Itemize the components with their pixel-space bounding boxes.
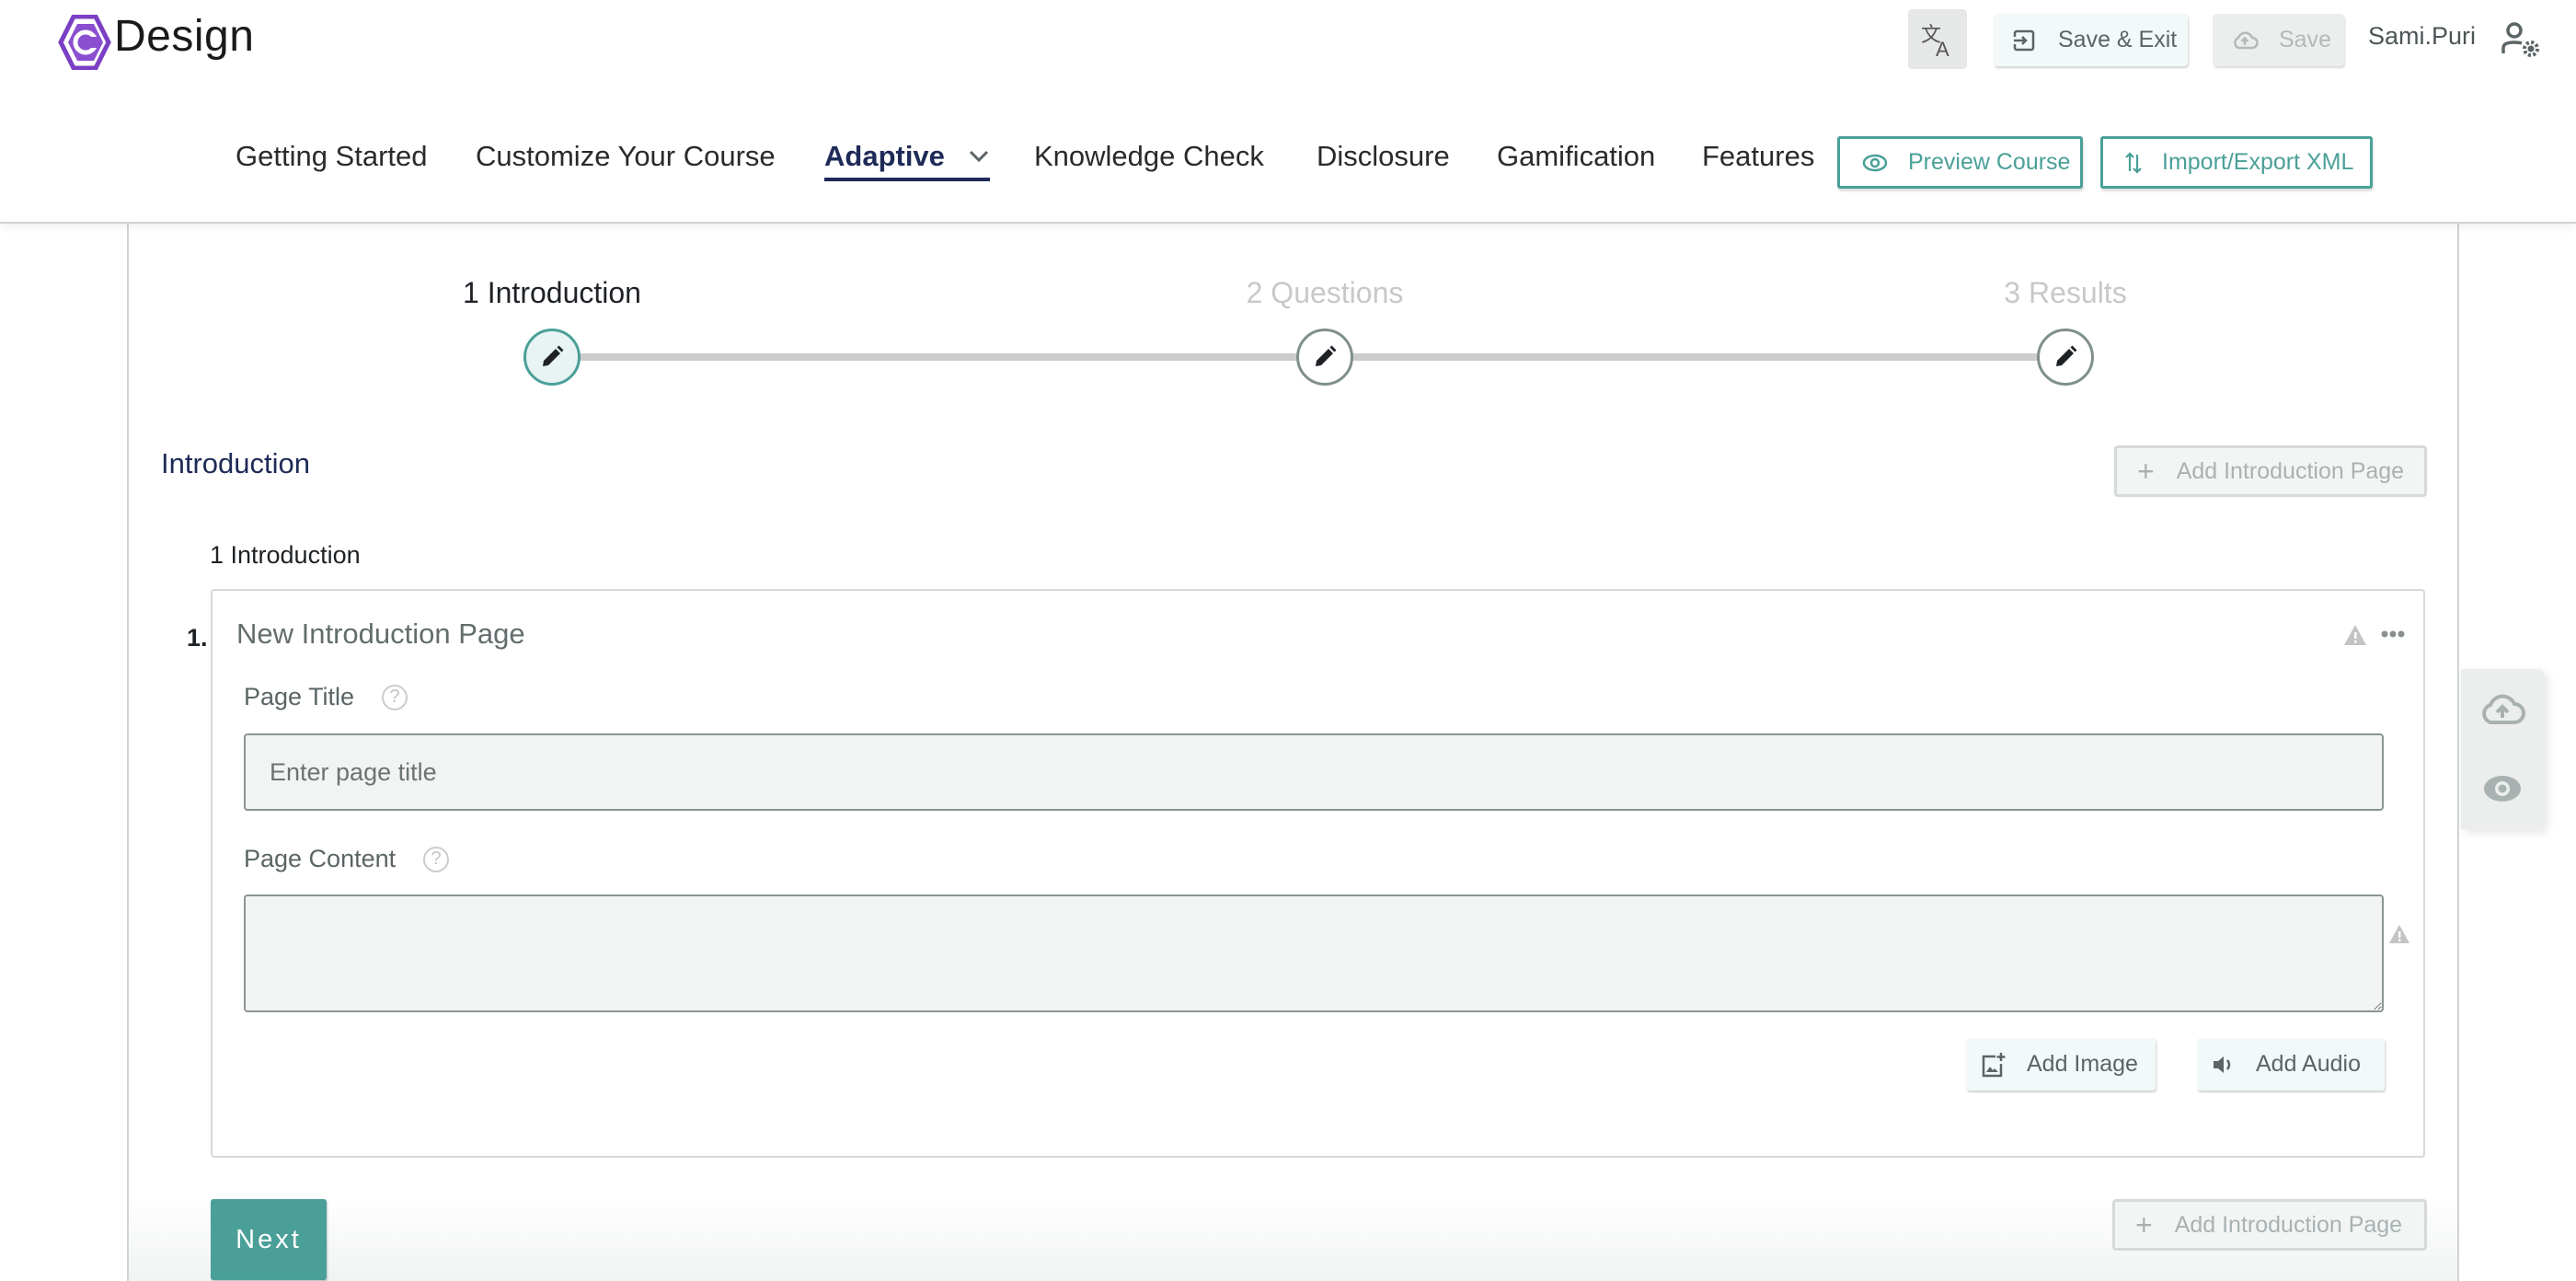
add-introduction-page-button-bottom[interactable]: + Add Introduction Page xyxy=(2112,1199,2427,1251)
add-image-button[interactable]: Add Image xyxy=(1966,1038,2156,1091)
nav-getting-started[interactable]: Getting Started xyxy=(236,140,428,173)
pencil-icon xyxy=(543,345,564,366)
eye-icon[interactable] xyxy=(2478,768,2526,809)
stepper-connector xyxy=(1352,353,2038,361)
user-settings-icon[interactable] xyxy=(2501,20,2543,59)
logo-icon xyxy=(58,15,111,70)
preview-course-label: Preview Course xyxy=(1908,149,2071,175)
pencil-icon xyxy=(1316,345,1337,366)
page-content-label-row: Page Content ? xyxy=(244,845,450,873)
more-options-icon[interactable] xyxy=(2381,629,2405,639)
page-title-label-row: Page Title ? xyxy=(244,683,408,711)
page-title-label: Page Title xyxy=(244,683,355,710)
section-title: Introduction xyxy=(161,447,310,479)
translate-icon: 文 A xyxy=(1921,24,1949,58)
nav-features[interactable]: Features xyxy=(1702,140,1814,173)
subsection-title: 1 Introduction xyxy=(210,541,361,569)
translate-button[interactable]: 文 A xyxy=(1908,9,1967,69)
add-introduction-page-button[interactable]: + Add Introduction Page xyxy=(2114,445,2427,497)
add-audio-button[interactable]: Add Audio xyxy=(2197,1038,2385,1091)
card-title: New Introduction Page xyxy=(236,617,525,650)
swap-vertical-icon xyxy=(2125,151,2142,174)
nav-disclosure[interactable]: Disclosure xyxy=(1317,140,1450,173)
floating-action-panel xyxy=(2461,669,2544,829)
add-introduction-page-label: Add Introduction Page xyxy=(2174,1211,2403,1238)
nav-adaptive-label: Adaptive xyxy=(824,140,945,172)
step-introduction-button[interactable] xyxy=(523,329,581,386)
chevron-down-icon xyxy=(969,150,988,163)
add-image-icon xyxy=(1982,1052,2006,1077)
help-icon[interactable]: ? xyxy=(382,684,408,710)
nav-customize-your-course[interactable]: Customize Your Course xyxy=(476,140,776,173)
import-export-xml-button[interactable]: Import/Export XML xyxy=(2100,136,2373,189)
nav-adaptive[interactable]: Adaptive xyxy=(824,140,989,173)
app-logo-text: Design xyxy=(114,12,255,61)
help-icon[interactable]: ? xyxy=(423,846,450,872)
nav-gamification[interactable]: Gamification xyxy=(1497,140,1655,173)
plus-icon: + xyxy=(2135,1207,2153,1241)
cloud-upload-icon[interactable] xyxy=(2478,689,2526,730)
save-exit-label: Save & Exit xyxy=(2058,27,2178,52)
page-title-input[interactable] xyxy=(244,733,2384,811)
warning-icon xyxy=(2344,625,2366,645)
add-introduction-page-label: Add Introduction Page xyxy=(2176,457,2405,484)
add-audio-label: Add Audio xyxy=(2256,1051,2361,1077)
save-button[interactable]: Save xyxy=(2213,14,2344,66)
next-button[interactable]: Next xyxy=(211,1199,327,1280)
add-image-label: Add Image xyxy=(2027,1051,2138,1077)
step-label-questions: 2 Questions xyxy=(1246,276,1404,309)
stepper-connector xyxy=(580,353,1297,361)
card-number: 1. xyxy=(187,624,208,652)
page-content-label: Page Content xyxy=(244,845,397,872)
user-name: Sami.Puri xyxy=(2368,22,2477,50)
page-content-textarea[interactable] xyxy=(244,894,2384,1012)
step-label-introduction: 1 Introduction xyxy=(463,276,641,309)
eye-icon xyxy=(1862,154,1888,171)
plus-icon: + xyxy=(2137,454,2155,488)
svg-text:A: A xyxy=(1936,38,1949,58)
save-exit-button[interactable]: Save & Exit xyxy=(1994,14,2188,66)
import-export-label: Import/Export XML xyxy=(2162,149,2354,175)
step-questions-button[interactable] xyxy=(1296,329,1353,386)
preview-course-button[interactable]: Preview Course xyxy=(1837,136,2083,189)
step-label-results: 3 Results xyxy=(2004,276,2127,309)
cloud-upload-icon xyxy=(2234,31,2259,49)
save-label: Save xyxy=(2279,27,2331,52)
nav-knowledge-check[interactable]: Knowledge Check xyxy=(1034,140,1264,173)
warning-icon xyxy=(2389,925,2409,943)
nav-active-underline xyxy=(824,178,990,181)
step-results-button[interactable] xyxy=(2037,329,2094,386)
speaker-icon xyxy=(2214,1056,2231,1073)
exit-icon xyxy=(2012,29,2035,51)
app-header: Design 文 A Save & Exit Save Sami.Puri Ge… xyxy=(0,0,2576,224)
pencil-icon xyxy=(2056,345,2077,366)
